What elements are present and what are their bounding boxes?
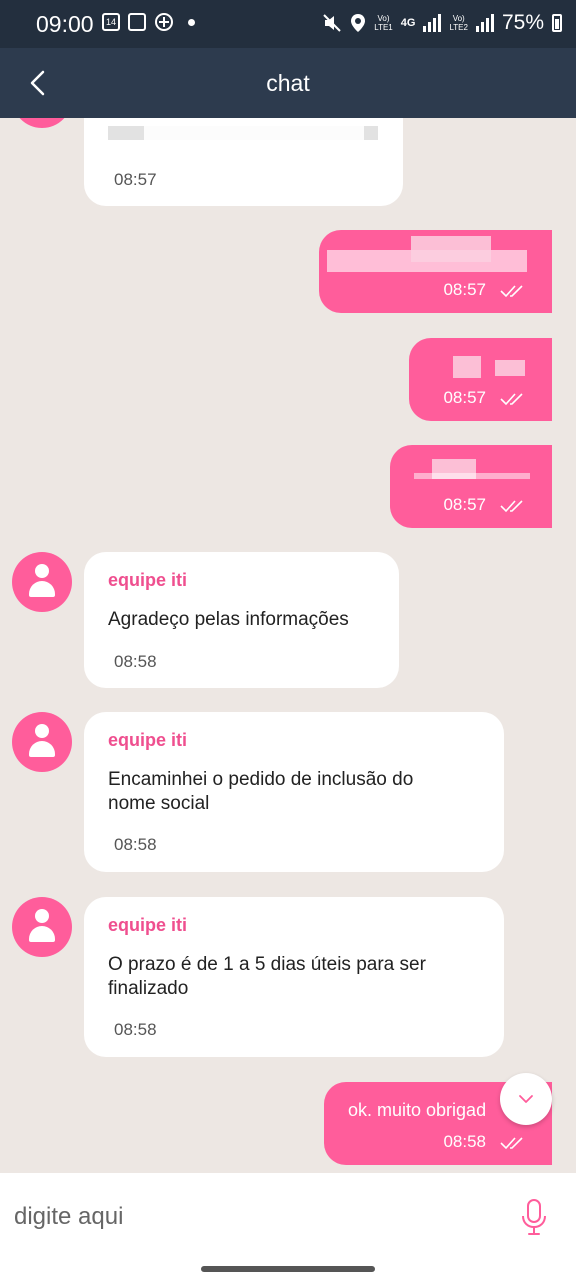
home-indicator[interactable]	[201, 1266, 375, 1272]
microphone-icon[interactable]	[518, 1197, 550, 1237]
avatar	[12, 552, 72, 612]
message-time: 08:58	[114, 652, 157, 671]
read-receipt-icon	[500, 1137, 523, 1150]
message-composer	[0, 1173, 576, 1259]
chat-messages[interactable]: 08:57 08:57 08:57 08:57 equipe iti Agrad…	[0, 118, 576, 1173]
volte-lte1-icon: Vo) LTE1	[374, 14, 393, 32]
redacted-text	[495, 360, 525, 376]
message-time: 08:57	[443, 280, 486, 299]
read-receipt-icon	[500, 393, 523, 406]
location-icon	[351, 14, 366, 32]
message-bubble-incoming: equipe iti Agradeço pelas informações 08…	[84, 552, 399, 688]
scroll-to-bottom-button[interactable]	[500, 1073, 552, 1125]
volte-lte2-icon: Vo) LTE2	[449, 14, 468, 32]
message-sender: equipe iti	[108, 570, 188, 590]
message-bubble-outgoing: 08:57	[390, 445, 552, 528]
system-nav-bar	[0, 1259, 576, 1280]
battery-icon	[552, 14, 562, 32]
message-bubble-outgoing: 08:57	[319, 230, 552, 313]
status-time: 09:00	[36, 11, 94, 37]
message-time: 08:58	[114, 835, 157, 854]
4g-icon: 4G	[400, 16, 416, 29]
calendar-icon: 14	[102, 13, 120, 31]
chevron-down-icon	[519, 1095, 533, 1103]
avatar	[12, 897, 72, 957]
message-time: 08:58	[443, 1132, 486, 1151]
read-receipt-icon	[500, 500, 523, 513]
message-bubble-incoming: 08:57	[84, 118, 403, 206]
message-sender: equipe iti	[108, 915, 188, 935]
redacted-text	[414, 473, 530, 479]
message-text: Agradeço pelas informações	[108, 609, 349, 630]
message-bubble-incoming: equipe iti O prazo é de 1 a 5 dias úteis…	[84, 897, 504, 1057]
redacted-text	[144, 124, 364, 142]
message-text: O prazo é de 1 a 5 dias úteis para ser f…	[108, 954, 426, 999]
message-input[interactable]	[12, 1195, 496, 1239]
mute-icon	[323, 14, 341, 32]
signal-icon	[423, 14, 442, 32]
status-bar: 09:00 14 Vo) LTE1 4G Vo) LTE2 75%	[0, 0, 576, 48]
message-time: 08:57	[443, 495, 486, 514]
message-text: ok. muito obrigad	[348, 1100, 487, 1120]
message-text: Encaminhei o pedido de inclusão do nome …	[108, 769, 414, 814]
app-header: chat	[0, 48, 576, 118]
read-receipt-icon	[500, 285, 523, 298]
dot-icon	[188, 18, 195, 26]
avatar	[12, 712, 72, 772]
battery-percent: 75%	[501, 11, 544, 34]
redacted-text	[453, 356, 481, 378]
message-time: 08:57	[114, 170, 157, 189]
page-title: chat	[266, 70, 310, 96]
signal-icon	[475, 14, 494, 32]
redacted-text	[411, 236, 491, 262]
message-time: 08:58	[114, 1020, 157, 1039]
message-bubble-incoming: equipe iti Encaminhei o pedido de inclus…	[84, 712, 504, 872]
message-time: 08:57	[443, 388, 486, 407]
app-icon	[155, 13, 173, 31]
avatar	[12, 118, 72, 128]
gallery-icon	[128, 13, 146, 31]
message-sender: equipe iti	[108, 730, 188, 750]
message-bubble-outgoing: 08:57	[409, 338, 552, 421]
